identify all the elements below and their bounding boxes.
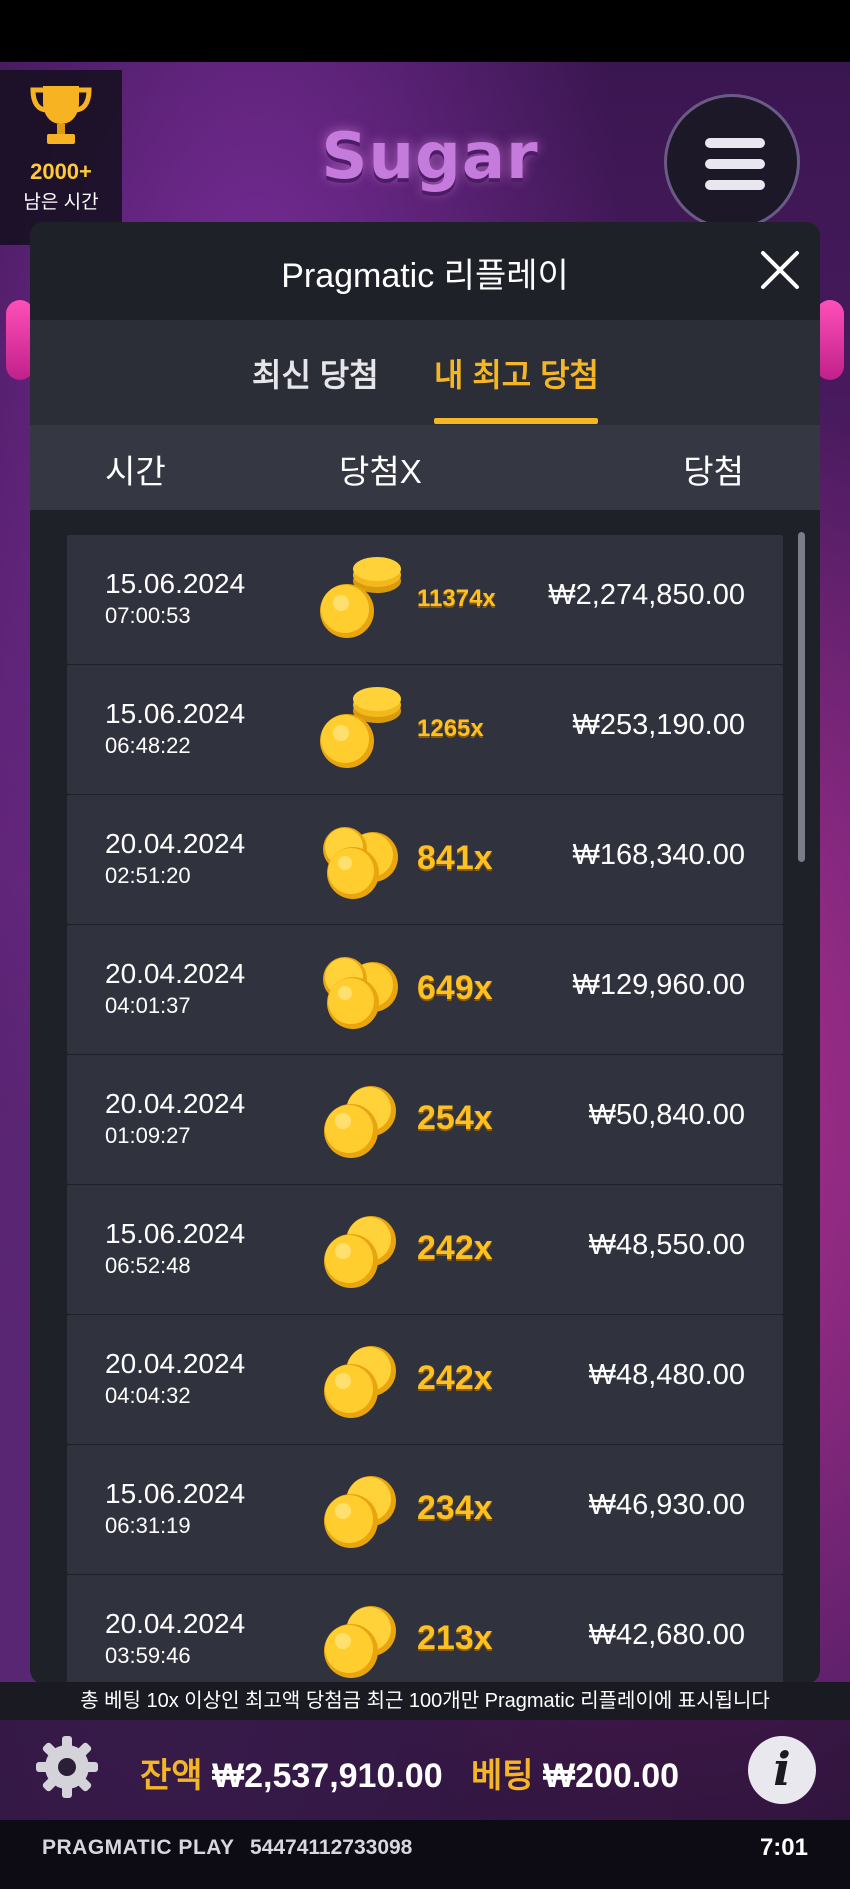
row-time: 04:01:37 [105,993,191,1018]
replay-modal: Pragmatic 리플레이 최신 당첨 내 최고 당첨 시간 당첨X 당첨 1… [30,222,820,1684]
table-row[interactable]: 20.04.2024 01:09:27 254x ₩50,840.00 [67,1055,783,1184]
table-header: 시간 당첨X 당첨 [30,425,820,510]
game-logo: Sugar [321,120,539,194]
row-time: 06:48:22 [105,733,191,758]
tournament-count: 2000+ [30,159,92,184]
row-time: 04:04:32 [105,1383,191,1408]
row-win-amount: ₩46,930.00 [588,1489,745,1521]
tournament-widget[interactable]: 2000+ 남은 시간 [0,70,122,245]
row-time: 03:59:46 [105,1643,191,1668]
bet-label: 베팅 [470,1757,534,1795]
row-date: 15.06.2024 [105,1218,246,1249]
wins-list[interactable]: 15.06.2024 07:00:53 11374x ₩2,274,850.00… [30,513,820,1684]
coin-stack-icon [320,557,401,638]
coins-icon [324,1086,396,1158]
row-win-amount: ₩253,190.00 [572,709,745,741]
coins-icon [324,1346,396,1418]
row-multiplier: 1265x [417,715,484,742]
table-row[interactable]: 15.06.2024 06:52:48 242x ₩48,550.00 [67,1185,783,1314]
row-win-amount: ₩48,550.00 [588,1229,745,1261]
row-date: 15.06.2024 [105,1478,246,1509]
row-date: 20.04.2024 [105,1348,246,1379]
session-id: 54474112733098 [250,1836,413,1859]
trophy-icon [0,80,122,155]
clock: 7:01 [759,1834,808,1861]
row-multiplier: 242x [417,1359,493,1397]
coin-stack-icon [320,687,401,768]
row-multiplier: 11374x [417,585,496,612]
row-multiplier: 213x [417,1619,493,1657]
info-icon: i [773,1742,791,1796]
row-time: 06:31:19 [105,1513,191,1538]
table-row[interactable]: 20.04.2024 03:59:46 213x ₩42,680.00 [67,1575,783,1684]
row-multiplier: 254x [417,1099,493,1137]
coin-pile-icon [323,827,398,899]
balance-display: 잔액 ₩2,537,910.00 베팅 ₩200.00 [140,1748,679,1797]
row-date: 15.06.2024 [105,698,246,729]
row-multiplier: 234x [417,1489,493,1527]
row-win-amount: ₩42,680.00 [588,1619,745,1651]
modal-title: Pragmatic 리플레이 [281,257,569,295]
list-scrollbar[interactable] [798,532,805,862]
tab-recent-wins[interactable]: 최신 당첨 [252,350,379,396]
table-row[interactable]: 20.04.2024 04:04:32 242x ₩48,480.00 [67,1315,783,1444]
time-remaining-label: 남은 시간 [23,192,99,213]
close-icon[interactable] [758,248,802,292]
row-win-amount: ₩168,340.00 [572,839,745,871]
brand-label: PRAGMATIC PLAY [42,1836,235,1859]
row-date: 20.04.2024 [105,958,246,989]
row-win-amount: ₩129,960.00 [572,969,745,1001]
row-multiplier: 242x [417,1229,493,1267]
row-time: 07:00:53 [105,603,191,628]
row-time: 02:51:20 [105,863,191,888]
row-multiplier: 841x [417,839,493,877]
table-row[interactable]: 15.06.2024 07:00:53 11374x ₩2,274,850.00 [67,535,783,664]
row-win-amount: ₩2,274,850.00 [548,579,745,611]
coins-icon [324,1476,396,1548]
tab-my-best-wins[interactable]: 내 최고 당첨 [434,350,599,396]
bet-value: ₩200.00 [543,1757,680,1795]
row-win-amount: ₩48,480.00 [588,1359,745,1391]
tab-bar: 최신 당첨 내 최고 당첨 [30,320,820,425]
column-header-time: 시간 [105,453,166,490]
table-row[interactable]: 20.04.2024 04:01:37 649x ₩129,960.00 [67,925,783,1054]
column-header-win: 당첨 [683,453,744,490]
gear-icon[interactable] [32,1732,102,1802]
row-date: 20.04.2024 [105,1608,246,1639]
row-multiplier: 649x [417,969,493,1007]
menu-button[interactable] [664,94,800,230]
modal-header: Pragmatic 리플레이 [30,222,820,320]
row-time: 06:52:48 [105,1253,191,1278]
active-tab-indicator [434,418,598,424]
row-date: 20.04.2024 [105,1088,246,1119]
coins-icon [324,1216,396,1288]
balance-label: 잔액 [140,1757,203,1795]
balance-value: ₩2,537,910.00 [212,1757,443,1795]
coins-icon [324,1606,396,1678]
table-row[interactable]: 20.04.2024 02:51:20 841x ₩168,340.00 [67,795,783,924]
row-date: 15.06.2024 [105,568,246,599]
replay-footnote: 총 베팅 10x 이상인 최고액 당첨금 최근 100개만 Pragmatic … [0,1682,850,1720]
table-row[interactable]: 15.06.2024 06:31:19 234x ₩46,930.00 [67,1445,783,1574]
column-header-multiplier: 당첨X [339,453,422,490]
row-date: 20.04.2024 [105,828,246,859]
table-row[interactable]: 15.06.2024 06:48:22 1265x ₩253,190.00 [67,665,783,794]
coin-pile-icon [323,957,398,1029]
info-button[interactable]: i [748,1736,816,1804]
row-time: 01:09:27 [105,1123,191,1148]
row-win-amount: ₩50,840.00 [588,1099,745,1131]
candy-decoration [816,300,844,380]
